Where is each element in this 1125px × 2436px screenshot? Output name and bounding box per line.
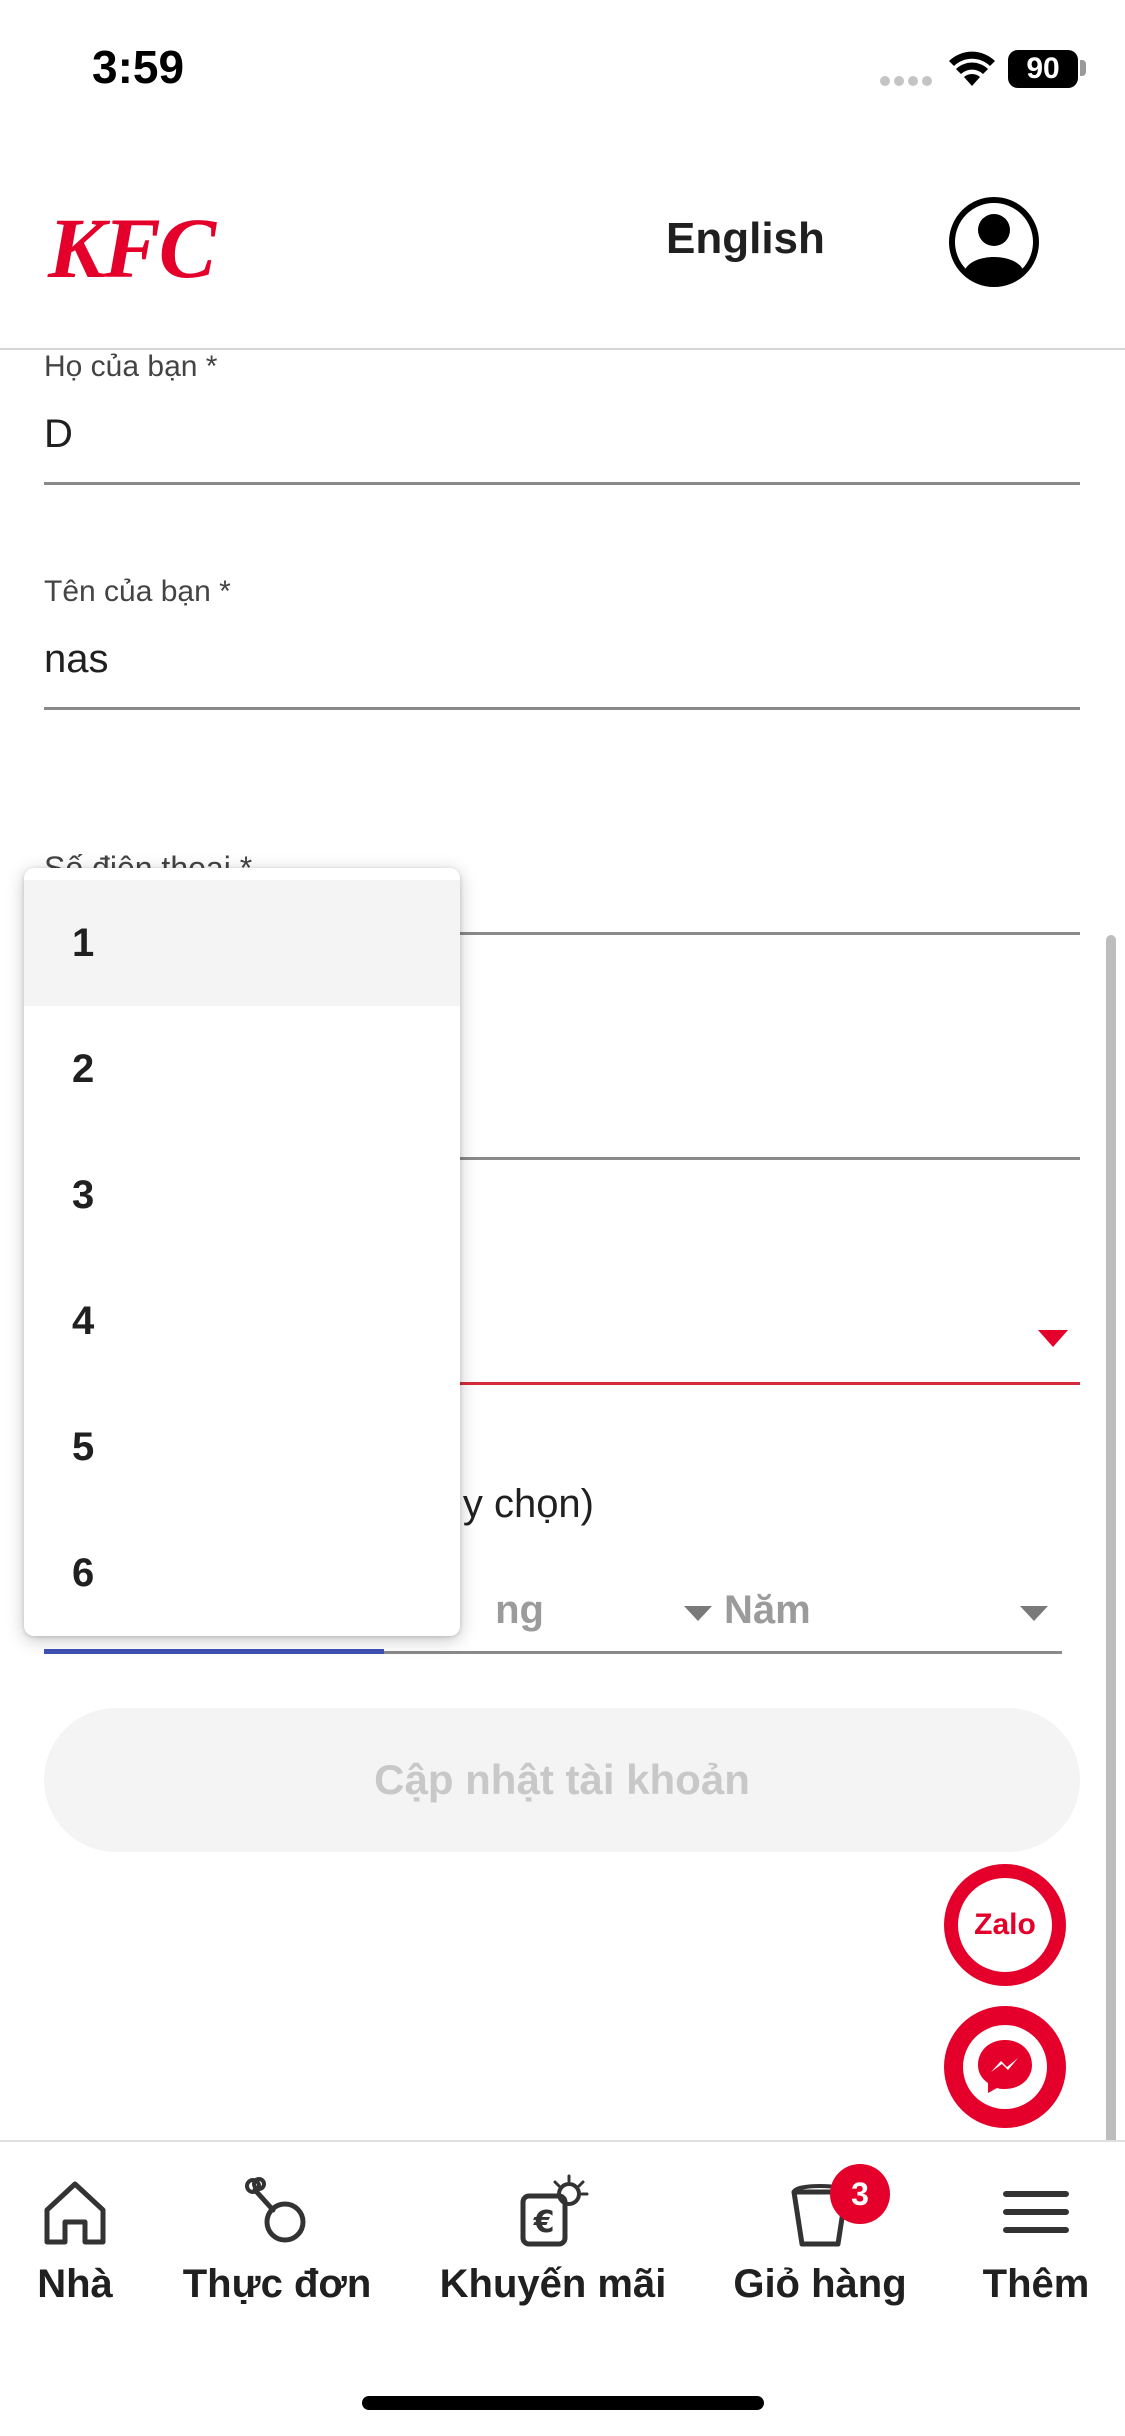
zalo-label: Zalo [974, 1908, 1036, 1941]
zalo-chat-button[interactable]: Zalo [944, 1864, 1066, 1986]
scrollbar[interactable] [1106, 935, 1116, 2305]
wifi-icon [949, 51, 995, 86]
battery-level: 90 [1008, 50, 1078, 88]
profile-icon[interactable] [948, 196, 1040, 288]
nav-promo-label: Khuyến mãi [439, 2262, 667, 2306]
bottom-nav: Nhà Thực đơn € Khuyến mãi Giỏ hàng 3 Thê [0, 2140, 1125, 2436]
chevron-down-icon [684, 1606, 712, 1621]
nav-promo[interactable]: € Khuyến mãi [440, 2172, 666, 2307]
nav-more[interactable]: Thêm [976, 2172, 1096, 2307]
last-name-label: Họ của bạn * [44, 350, 218, 383]
chevron-down-icon [1038, 1330, 1068, 1347]
nav-cart[interactable]: Giỏ hàng 3 [730, 2164, 910, 2307]
zalo-icon: Zalo [958, 1878, 1052, 1972]
svg-text:€: € [533, 2205, 555, 2240]
kfc-logo[interactable]: KFC [48, 198, 216, 298]
nav-more-label: Thêm [982, 2262, 1090, 2306]
update-account-button[interactable]: Cập nhật tài khoản [44, 1708, 1080, 1852]
last-name-field[interactable]: Họ của bạn * D [44, 350, 1080, 485]
battery-tip [1080, 60, 1086, 76]
status-time: 3:59 [92, 41, 185, 93]
messenger-icon [963, 2025, 1047, 2109]
cellular-signal-icon [880, 76, 934, 86]
hamburger-menu-icon [1003, 2191, 1069, 2233]
messenger-chat-button[interactable] [944, 2006, 1066, 2128]
nav-home-label: Nhà [37, 2262, 113, 2306]
day-option[interactable]: 1 [24, 880, 460, 1006]
nav-menu-label: Thực đơn [182, 2262, 372, 2306]
nav-cart-label: Giỏ hàng [733, 2262, 907, 2306]
first-name-label: Tên của bạn * [44, 575, 231, 608]
day-option[interactable]: 3 [24, 1132, 460, 1258]
status-bar: 3:59 90 [0, 0, 1125, 140]
language-toggle[interactable]: English [666, 214, 825, 264]
first-name-value[interactable]: nas [44, 637, 109, 682]
day-option[interactable]: 6 [24, 1510, 460, 1636]
day-option[interactable]: 4 [24, 1258, 460, 1384]
dob-year-select[interactable]: Năm [724, 1588, 811, 1633]
chevron-down-icon [1020, 1606, 1048, 1621]
day-option[interactable]: 2 [24, 1006, 460, 1132]
home-icon [44, 2181, 106, 2245]
cart-count-badge: 3 [830, 2164, 890, 2224]
chicken-drumstick-icon [245, 2177, 306, 2243]
promo-icon: € [520, 2174, 589, 2247]
first-name-field[interactable]: Tên của bạn * nas [44, 575, 1080, 710]
nav-menu[interactable]: Thực đơn [182, 2172, 372, 2307]
dob-day-focus-underline [44, 1649, 384, 1654]
home-indicator [362, 2396, 764, 2410]
app-header: KFC English [0, 150, 1125, 350]
nav-home[interactable]: Nhà [30, 2172, 120, 2307]
day-option[interactable]: 5 [24, 1384, 460, 1510]
last-name-value[interactable]: D [44, 412, 73, 457]
day-dropdown-menu: 1 2 3 4 5 6 [24, 868, 460, 1636]
